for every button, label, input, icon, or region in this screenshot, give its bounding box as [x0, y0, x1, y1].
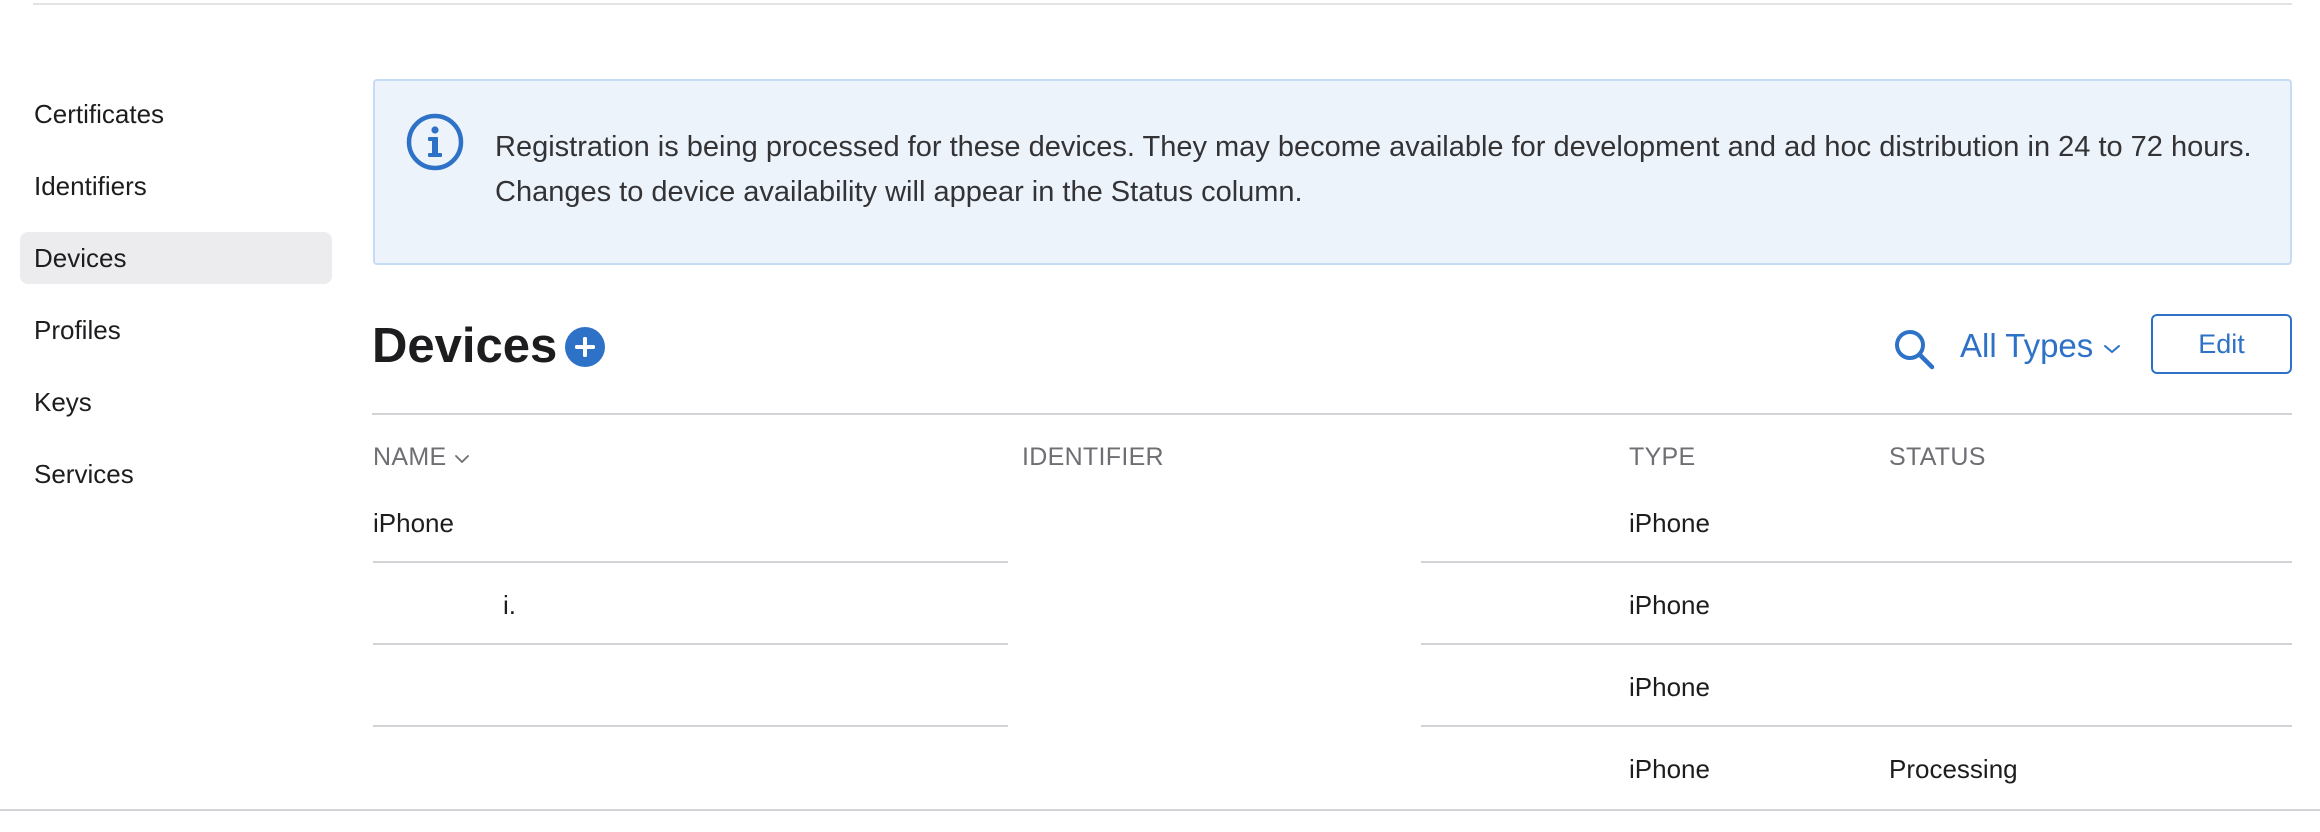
row-divider: [373, 725, 1008, 727]
type-filter-dropdown[interactable]: All Types: [1960, 324, 2121, 368]
row-divider: [373, 643, 1008, 645]
row-2-type: iPhone: [1629, 590, 1710, 620]
row-3-type: iPhone: [1629, 672, 1710, 702]
sidebar-nav: Certificates Identifiers Devices Profile…: [20, 88, 332, 520]
bottom-divider: [0, 809, 2320, 811]
type-filter-label: All Types: [1960, 327, 2094, 364]
search-icon[interactable]: [1892, 327, 1936, 371]
info-circle-icon: [406, 113, 464, 171]
sidebar-item-devices[interactable]: Devices: [20, 232, 332, 284]
info-banner: Registration is being processed for thes…: [373, 79, 2292, 265]
column-header-type[interactable]: TYPE: [1629, 441, 1696, 473]
row-4-type: iPhone: [1629, 754, 1710, 784]
page-title: Devices: [372, 319, 558, 373]
row-divider: [1421, 643, 2292, 645]
sidebar-item-identifiers[interactable]: Identifiers: [20, 160, 332, 212]
row-divider: [1421, 725, 2292, 727]
column-header-name-label: NAME: [373, 443, 447, 471]
column-header-name[interactable]: NAME: [373, 441, 470, 473]
row-4-status: Processing: [1889, 754, 2018, 784]
sidebar-item-profiles[interactable]: Profiles: [20, 304, 332, 356]
sidebar-item-services[interactable]: Services: [20, 448, 332, 500]
chevron-down-icon: [2104, 345, 2121, 353]
row-divider: [1421, 561, 2292, 563]
column-header-identifier[interactable]: IDENTIFIER: [1022, 441, 1164, 473]
top-divider: [33, 3, 2292, 5]
chevron-down-icon: [455, 455, 470, 463]
sidebar-item-keys[interactable]: Keys: [20, 376, 332, 428]
row-divider: [373, 561, 1008, 563]
edit-button[interactable]: Edit: [2151, 314, 2292, 374]
row-2-name[interactable]: i.: [503, 589, 516, 621]
row-1-type: iPhone: [1629, 508, 1710, 538]
add-device-button[interactable]: [565, 327, 605, 367]
row-1-name[interactable]: iPhone: [373, 507, 454, 539]
sidebar-item-certificates[interactable]: Certificates: [20, 88, 332, 140]
plus-circle-icon: [575, 337, 595, 357]
header-divider: [372, 413, 2292, 415]
column-header-status[interactable]: STATUS: [1889, 441, 1986, 473]
info-banner-text: Registration is being processed for thes…: [495, 131, 2252, 208]
